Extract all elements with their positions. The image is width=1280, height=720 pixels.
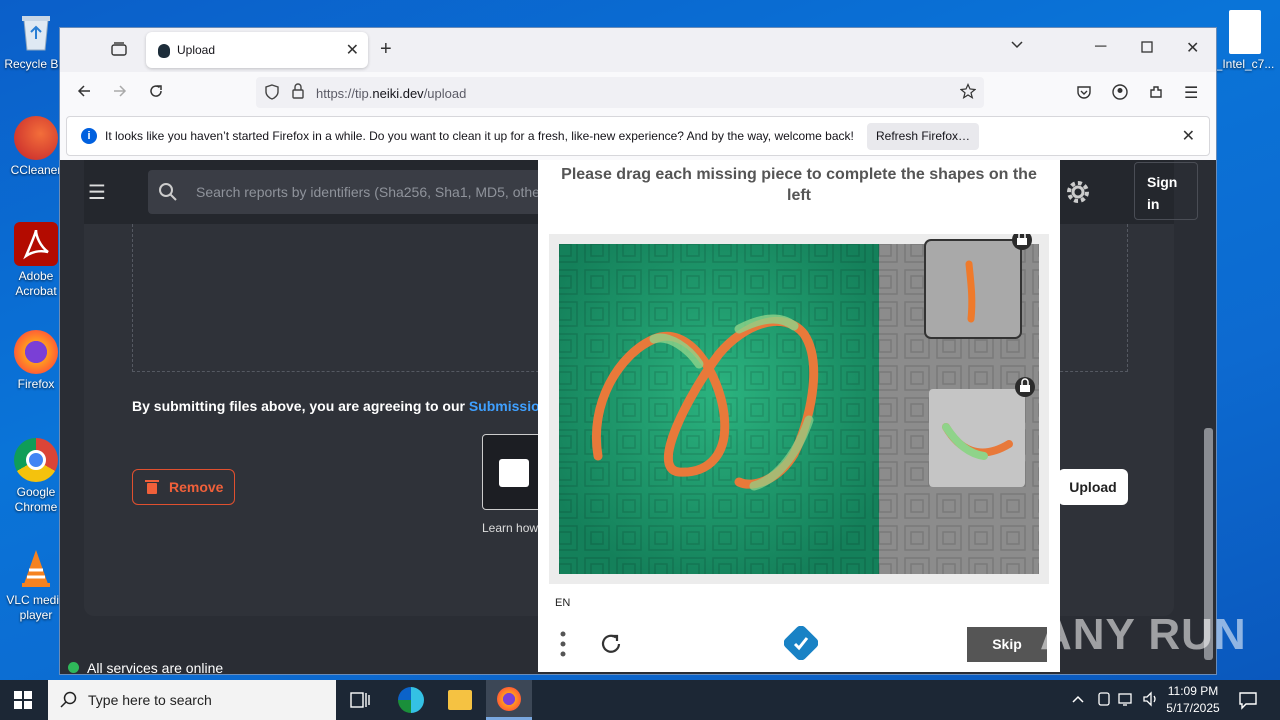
draggable-piece-1[interactable] xyxy=(924,230,1032,339)
service-status: All services are online xyxy=(68,660,223,674)
tab-title: Upload xyxy=(177,43,216,57)
video-thumbnail[interactable] xyxy=(482,434,542,510)
status-online-icon xyxy=(68,662,79,673)
start-button[interactable] xyxy=(14,691,32,714)
search-icon xyxy=(158,182,178,207)
agreement-label: By submitting files above, you are agree… xyxy=(132,398,469,414)
agreement-text: By submitting files above, you are agree… xyxy=(132,398,548,414)
url-prefix: https://tip. xyxy=(316,86,373,101)
site-favicon-icon xyxy=(158,44,170,58)
edge-taskbar-icon[interactable] xyxy=(398,687,424,713)
network-icon[interactable] xyxy=(1118,691,1136,712)
firefox-taskbar-icon[interactable] xyxy=(486,680,532,720)
tab-overview-icon[interactable] xyxy=(110,40,128,63)
taskbar-search-input[interactable]: Type here to search xyxy=(48,680,336,720)
close-tab-icon[interactable]: ✕ xyxy=(346,40,359,60)
system-clock[interactable]: 11:09 PM 5/17/2025 xyxy=(1162,683,1224,717)
shield-icon[interactable] xyxy=(264,84,280,105)
back-icon[interactable] xyxy=(76,83,92,104)
site-menu-icon[interactable]: ☰ xyxy=(88,180,106,205)
page-scrollbar[interactable] xyxy=(1200,160,1216,674)
minimize-icon[interactable]: ─ xyxy=(1095,38,1106,56)
status-text: All services are online xyxy=(87,660,224,674)
url-domain: neiki.dev xyxy=(372,86,424,101)
url-bar[interactable]: https://tip.neiki.dev/upload xyxy=(256,77,984,108)
ccleaner-icon xyxy=(14,116,58,160)
tray-chevron-up-icon[interactable] xyxy=(1071,692,1085,711)
hcaptcha-logo-icon xyxy=(783,625,819,665)
remove-button[interactable]: Remove xyxy=(132,469,235,505)
file-icon xyxy=(1229,10,1261,54)
list-tabs-chevron-icon[interactable] xyxy=(1010,38,1024,57)
learn-how-link[interactable]: Learn how xyxy=(482,521,538,535)
window-close-icon[interactable]: ✕ xyxy=(1186,38,1199,58)
maximize-icon[interactable] xyxy=(1141,40,1153,58)
task-view-icon[interactable] xyxy=(350,691,370,714)
search-icon xyxy=(60,691,78,714)
tray-device-icon[interactable] xyxy=(1096,691,1112,712)
tab-upload[interactable]: Upload ✕ xyxy=(146,32,368,68)
more-options-icon[interactable] xyxy=(560,631,566,662)
taskbar-search-placeholder: Type here to search xyxy=(88,692,212,708)
notification-bar: i It looks like you haven’t started Fire… xyxy=(66,116,1210,156)
recycle-bin-icon xyxy=(14,10,58,54)
firefox-icon xyxy=(497,687,521,711)
firefox-icon xyxy=(14,330,58,374)
notifications-icon[interactable] xyxy=(1238,690,1258,715)
lock-icon[interactable] xyxy=(291,83,305,104)
video-icon xyxy=(499,459,529,487)
url-path: /upload xyxy=(423,86,467,101)
adobe-acrobat-icon xyxy=(14,222,58,266)
pocket-icon[interactable] xyxy=(1076,84,1092,105)
bookmark-star-icon[interactable] xyxy=(959,83,977,104)
clock-time: 11:09 PM xyxy=(1167,684,1219,698)
settings-gear-icon[interactable] xyxy=(1064,178,1092,211)
info-icon: i xyxy=(81,128,97,144)
puzzle-canvas[interactable] xyxy=(549,230,1049,584)
puzzle-frame xyxy=(549,230,1049,584)
refresh-firefox-button[interactable]: Refresh Firefox… xyxy=(867,123,979,150)
trash-icon xyxy=(145,479,159,498)
report-search-input[interactable]: Search reports by identifiers (Sha256, S… xyxy=(148,170,588,214)
close-notification-icon[interactable]: ✕ xyxy=(1182,126,1195,146)
tab-bar: Upload ✕ + ─ ✕ xyxy=(60,28,1216,72)
chrome-icon xyxy=(14,438,58,482)
remove-label: Remove xyxy=(169,479,224,495)
navigation-toolbar: https://tip.neiki.dev/upload ☰ xyxy=(60,72,1216,114)
captcha-dialog: Please drag each missing piece to comple… xyxy=(538,160,1060,672)
sign-in-button[interactable]: Sign in xyxy=(1134,162,1198,220)
forward-icon[interactable] xyxy=(112,83,128,104)
reload-icon[interactable] xyxy=(148,83,164,104)
clock-date: 5/17/2025 xyxy=(1166,701,1220,715)
language-selector[interactable]: EN xyxy=(555,597,570,609)
anyrun-watermark: ANY RUN xyxy=(1040,610,1247,659)
url-text: https://tip.neiki.dev/upload xyxy=(316,86,466,101)
new-tab-icon[interactable]: + xyxy=(380,38,392,61)
refresh-captcha-icon[interactable] xyxy=(598,631,624,662)
upload-button[interactable]: Upload xyxy=(1058,469,1128,505)
captcha-instructions: Please drag each missing piece to comple… xyxy=(561,166,1037,204)
skip-button[interactable]: Skip xyxy=(967,627,1047,662)
taskbar: Type here to search 11:09 PM 5/17/2025 xyxy=(0,680,1280,720)
notification-message: It looks like you haven’t started Firefo… xyxy=(105,129,854,143)
desktop-icon-file[interactable]: _Intel_c7... xyxy=(1210,10,1280,72)
search-placeholder: Search reports by identifiers (Sha256, S… xyxy=(196,184,545,200)
vlc-icon xyxy=(14,546,58,590)
draggable-piece-2[interactable] xyxy=(929,377,1035,487)
submission-link[interactable]: Submission xyxy=(469,398,548,414)
menu-hamburger-icon[interactable]: ☰ xyxy=(1184,83,1198,103)
account-icon[interactable] xyxy=(1112,84,1128,105)
file-explorer-icon[interactable] xyxy=(448,690,472,710)
volume-icon[interactable] xyxy=(1142,691,1160,712)
extensions-icon[interactable] xyxy=(1148,84,1164,105)
